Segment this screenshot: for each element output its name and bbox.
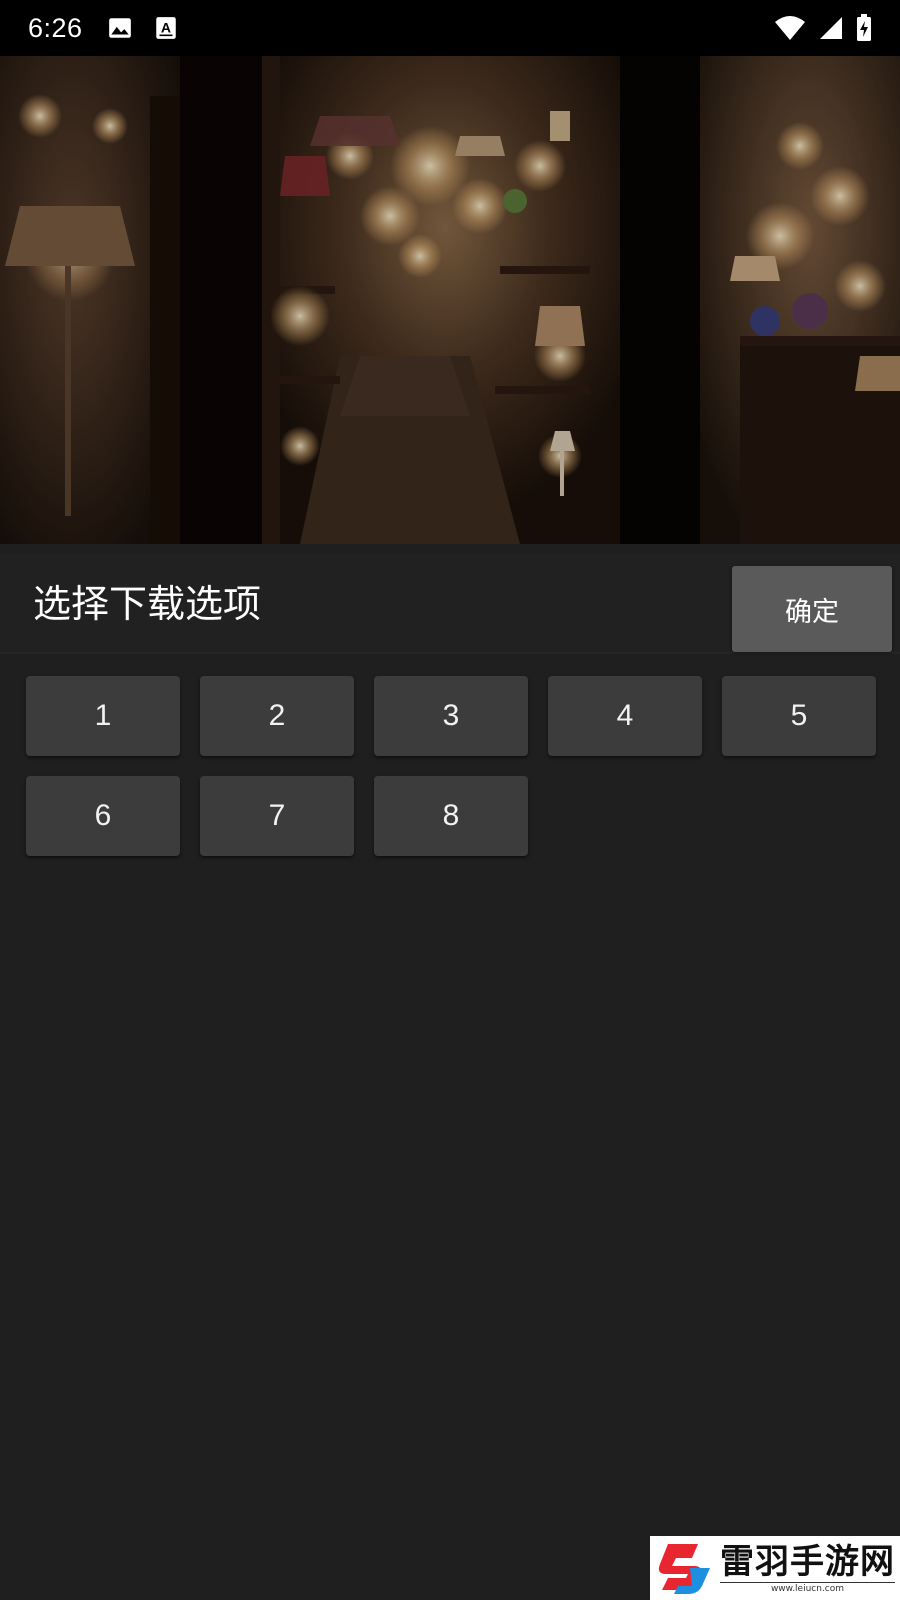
option-button-2[interactable]: 2 (200, 676, 354, 756)
watermark: 雷羽手游网 www.leiucn.com (650, 1536, 900, 1600)
option-button-5[interactable]: 5 (722, 676, 876, 756)
signal-icon (820, 17, 842, 39)
option-button-1[interactable]: 1 (26, 676, 180, 756)
dialog-title: 选择下载选项 (33, 582, 262, 626)
status-notification-icons: A (107, 15, 179, 41)
watermark-text: 雷羽手游网 www.leiucn.com (720, 1542, 895, 1595)
battery-charging-icon (857, 14, 871, 41)
svg-text:A: A (160, 19, 170, 35)
status-system-icons (774, 14, 872, 42)
confirm-button[interactable]: 确定 (732, 566, 892, 652)
dialog-header: 选择下载选项 确定 (0, 554, 900, 654)
status-time: 6:26 (28, 12, 83, 43)
watermark-url: www.leiucn.com (720, 1581, 895, 1595)
option-button-3[interactable]: 3 (374, 676, 528, 756)
option-button-7[interactable]: 7 (200, 776, 354, 856)
font-a-icon: A (155, 17, 176, 39)
option-button-6[interactable]: 6 (26, 776, 180, 856)
media-preview (0, 56, 900, 544)
lamp-shop-image (0, 56, 900, 544)
watermark-logo-icon (658, 1544, 710, 1594)
wifi-icon (775, 16, 805, 40)
option-button-8[interactable]: 8 (374, 776, 528, 856)
image-icon (108, 18, 131, 38)
option-button-4[interactable]: 4 (548, 676, 702, 756)
watermark-title: 雷羽手游网 (720, 1541, 895, 1582)
status-bar: 6:26 A (0, 0, 900, 56)
